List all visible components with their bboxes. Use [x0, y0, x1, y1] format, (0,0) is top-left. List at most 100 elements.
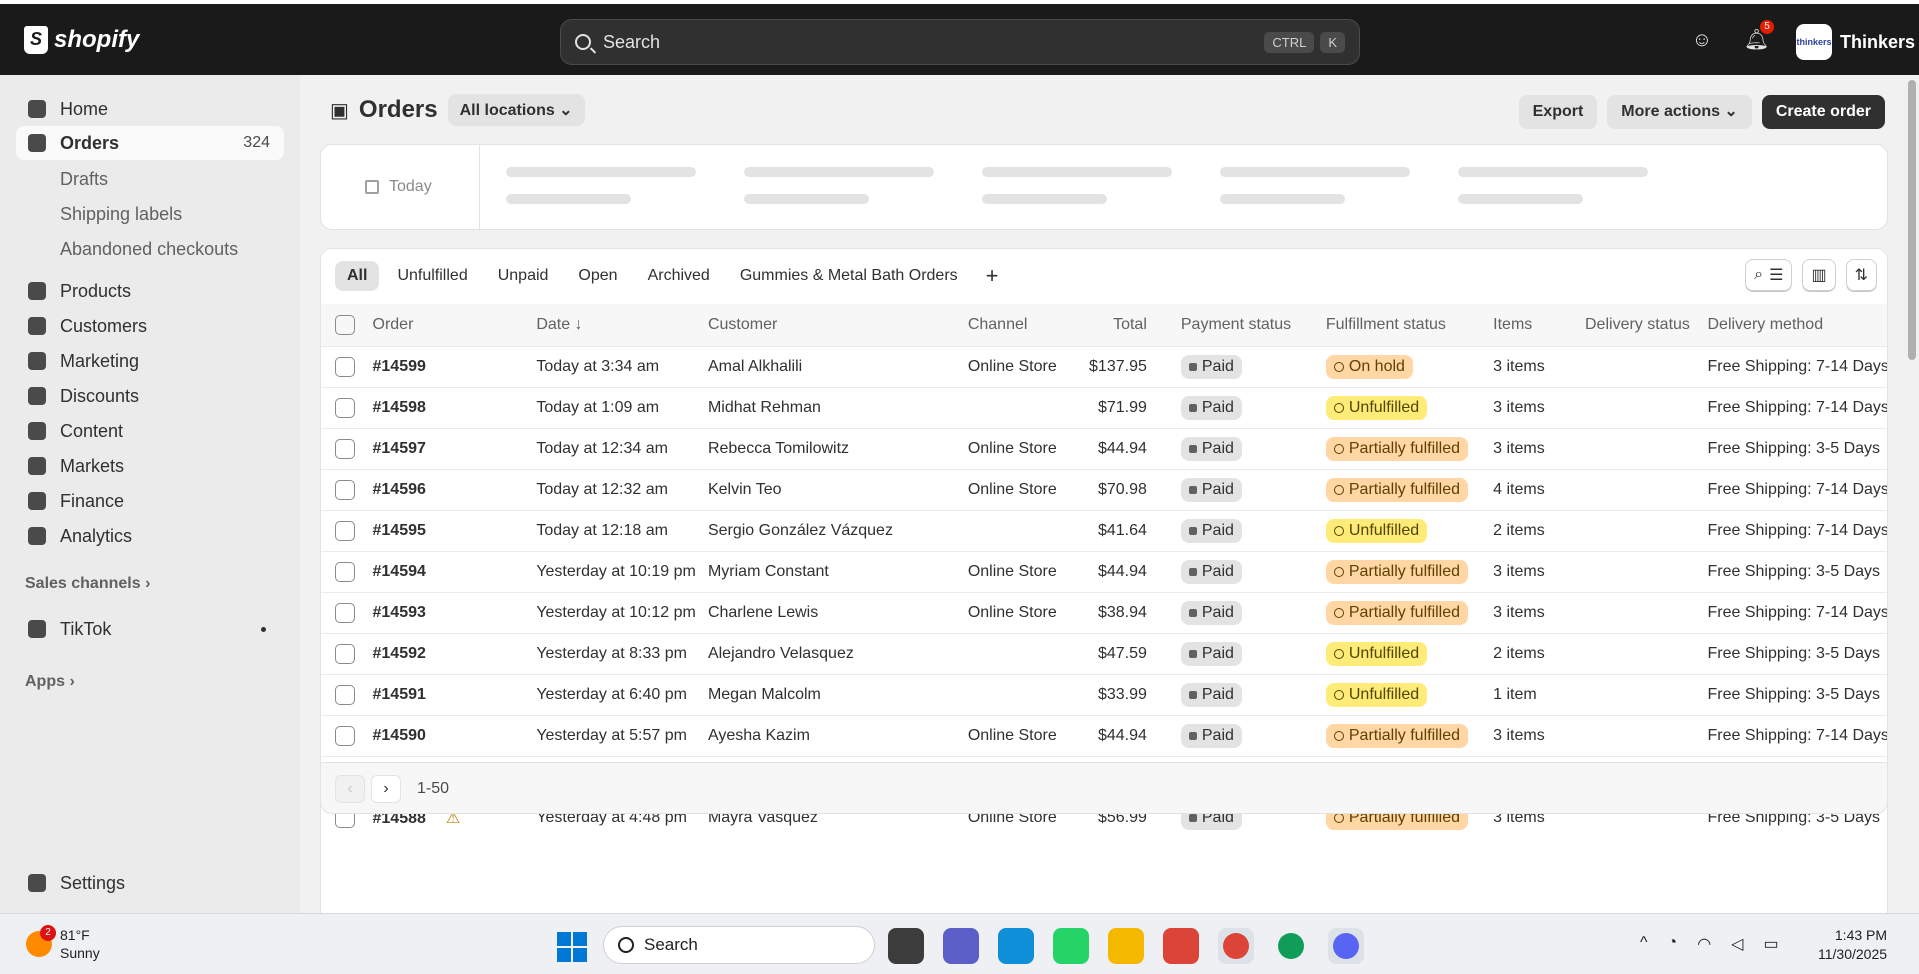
tab-gummies-metal-bath[interactable]: Gummies & Metal Bath Orders	[728, 261, 970, 291]
chrome-icon[interactable]	[1163, 928, 1199, 964]
column-date[interactable]: Date ↓	[536, 304, 708, 346]
column-customer[interactable]: Customer	[708, 304, 968, 346]
tab-unfulfilled[interactable]: Unfulfilled	[385, 261, 479, 291]
edge-icon[interactable]	[998, 928, 1034, 964]
vertical-scrollbar[interactable]	[1908, 80, 1916, 360]
previous-page-button[interactable]: ‹	[335, 775, 365, 803]
shopify-logo[interactable]: shopify	[24, 26, 139, 54]
columns-button[interactable]: ▥	[1802, 259, 1836, 291]
row-checkbox[interactable]	[335, 356, 355, 377]
sales-channels-link[interactable]: Sales channels ›	[25, 575, 150, 593]
sidebar-item-marketing[interactable]: Marketing	[16, 344, 284, 378]
tab-all[interactable]: All	[335, 261, 380, 291]
row-checkbox[interactable]	[335, 520, 355, 541]
sidekick-icon[interactable]: ☺	[1690, 28, 1714, 52]
sidebar-item-home[interactable]: Home	[16, 92, 284, 126]
tab-open[interactable]: Open	[566, 261, 629, 291]
row-checkbox[interactable]	[335, 438, 355, 459]
sidebar-item-content[interactable]: Content	[16, 414, 284, 448]
sidebar-item-drafts[interactable]: Drafts	[16, 162, 284, 196]
location-dropdown[interactable]: All locations ⌄	[447, 94, 585, 126]
column-delivery-method[interactable]: Delivery method	[1707, 304, 1887, 346]
row-checkbox[interactable]	[335, 397, 355, 418]
item-count[interactable]: 3 items	[1493, 428, 1585, 469]
column-channel[interactable]: Channel	[968, 304, 1072, 346]
add-view-button[interactable]: +	[976, 263, 1009, 289]
column-fulfillment-status[interactable]: Fulfillment status	[1326, 304, 1493, 346]
row-checkbox[interactable]	[335, 643, 355, 664]
sidebar-item-analytics[interactable]: Analytics	[16, 519, 284, 553]
sidebar-item-abandoned-checkouts[interactable]: Abandoned checkouts	[16, 232, 284, 266]
more-actions-button[interactable]: More actions ⌄	[1607, 95, 1752, 129]
chevron-up-icon[interactable]: ^	[1640, 934, 1648, 954]
export-button[interactable]: Export	[1518, 95, 1598, 129]
tab-unpaid[interactable]: Unpaid	[486, 261, 561, 291]
sidebar-item-tiktok[interactable]: TikTok	[16, 612, 284, 646]
item-count[interactable]: 3 items	[1493, 715, 1585, 756]
table-row[interactable]: #14591 Yesterday at 6:40 pm Megan Malcolm $…	[321, 674, 1887, 715]
network-icon[interactable]: ◔	[1668, 934, 1678, 954]
order-number[interactable]: #14597	[373, 440, 426, 457]
sidebar-item-discounts[interactable]: Discounts	[16, 379, 284, 413]
table-row[interactable]: #14594 Yesterday at 10:19 pm Myriam Consta…	[321, 551, 1887, 592]
order-number[interactable]: #14596	[373, 481, 426, 498]
bell-icon[interactable]: 🔔︎ 5	[1744, 20, 1774, 52]
table-row[interactable]: #14595 Today at 12:18 am Sergio González V…	[321, 510, 1887, 551]
create-order-button[interactable]: Create order	[1761, 95, 1885, 129]
search-filter-button[interactable]: ⌕ ☰	[1745, 259, 1793, 291]
system-clock[interactable]: 1:43 PM 11/30/2025	[1818, 926, 1887, 964]
volume-icon[interactable]: ◁	[1731, 934, 1743, 954]
order-number[interactable]: #14595	[373, 522, 426, 539]
global-search-input[interactable]: Search CTRL K	[560, 19, 1360, 65]
sidebar-item-orders[interactable]: Orders 324	[16, 126, 284, 160]
chrome-profile-2-icon[interactable]	[1273, 928, 1309, 964]
row-checkbox[interactable]	[335, 725, 355, 746]
item-count[interactable]: 1 item	[1493, 674, 1585, 715]
column-delivery-status[interactable]: Delivery status	[1585, 304, 1707, 346]
row-checkbox[interactable]	[335, 479, 355, 500]
row-checkbox[interactable]	[335, 684, 355, 705]
sidebar-item-shipping-labels[interactable]: Shipping labels	[16, 197, 284, 231]
table-row[interactable]: #14599 Today at 3:34 am Amal Alkhalili Onli…	[321, 346, 1887, 387]
item-count[interactable]: 3 items	[1493, 387, 1585, 428]
item-count[interactable]: 3 items	[1493, 592, 1585, 633]
next-page-button[interactable]: ›	[371, 775, 401, 803]
select-all-checkbox[interactable]	[335, 314, 355, 335]
order-number[interactable]: #14594	[373, 563, 426, 580]
taskbar-search[interactable]: Search	[603, 926, 875, 964]
task-view-icon[interactable]	[888, 928, 924, 964]
date-range-picker[interactable]: Today	[365, 178, 432, 196]
column-total[interactable]: Total	[1071, 304, 1180, 346]
table-row[interactable]: #14593 Yesterday at 10:12 pm Charlene Lewi…	[321, 592, 1887, 633]
sidebar-item-settings[interactable]: Settings	[16, 866, 284, 900]
column-order[interactable]: Order	[373, 304, 537, 346]
whatsapp-icon[interactable]	[1053, 928, 1089, 964]
row-checkbox[interactable]	[335, 602, 355, 623]
column-items[interactable]: Items	[1493, 304, 1585, 346]
order-number[interactable]: #14593	[373, 604, 426, 621]
file-explorer-icon[interactable]	[1108, 928, 1144, 964]
order-number[interactable]: #14599	[373, 358, 426, 375]
column-payment-status[interactable]: Payment status	[1181, 304, 1326, 346]
discord-icon[interactable]	[1328, 928, 1364, 964]
table-row[interactable]: #14596 Today at 12:32 am Kelvin Teo Online …	[321, 469, 1887, 510]
item-count[interactable]: 3 items	[1493, 346, 1585, 387]
wifi-icon[interactable]: ◠	[1697, 934, 1711, 954]
sidebar-item-products[interactable]: Products	[16, 274, 284, 308]
teams-icon[interactable]	[943, 928, 979, 964]
battery-icon[interactable]: ▭	[1763, 934, 1778, 954]
windows-start-button[interactable]	[557, 932, 587, 962]
table-row[interactable]: #14590 Yesterday at 5:57 pm Ayesha Kazim On…	[321, 715, 1887, 756]
order-number[interactable]: #14598	[373, 399, 426, 416]
item-count[interactable]: 4 items	[1493, 469, 1585, 510]
apps-link[interactable]: Apps ›	[25, 673, 75, 691]
item-count[interactable]: 2 items	[1493, 510, 1585, 551]
order-number[interactable]: #14590	[373, 727, 426, 744]
order-number[interactable]: #14591	[373, 686, 426, 703]
order-number[interactable]: #14592	[373, 645, 426, 662]
row-checkbox[interactable]	[335, 561, 355, 582]
table-row[interactable]: #14592 Yesterday at 8:33 pm Alejandro Vela…	[321, 633, 1887, 674]
chrome-profile-icon[interactable]	[1218, 928, 1254, 964]
store-menu[interactable]: thinkers Thinkers	[1796, 24, 1915, 60]
sort-button[interactable]: ⇅	[1845, 259, 1877, 291]
